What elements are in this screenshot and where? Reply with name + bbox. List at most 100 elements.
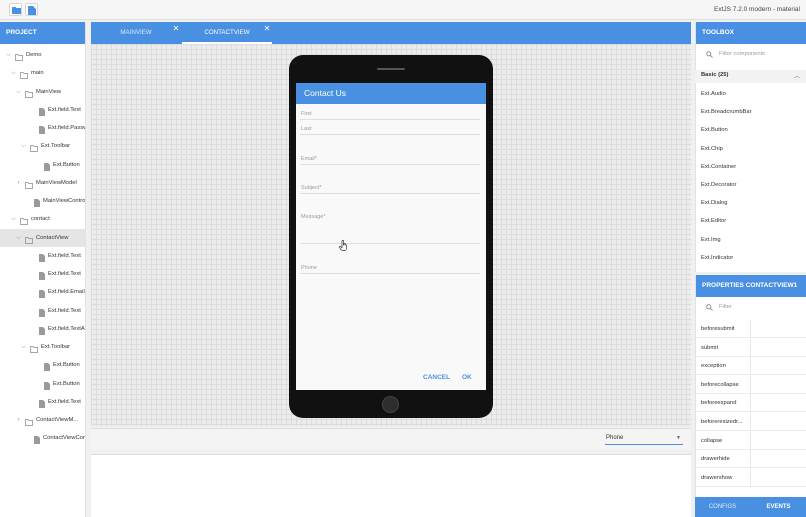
toolbox-item[interactable]: Ext.Audio bbox=[701, 91, 726, 97]
chevron-down-icon[interactable]: ⌵ bbox=[20, 137, 27, 155]
property-row[interactable]: beforecollapse bbox=[696, 375, 806, 394]
phone-screen[interactable] bbox=[296, 83, 486, 390]
tree-item[interactable]: ⌵ contact bbox=[0, 210, 85, 228]
tab-contactview[interactable]: CONTACTVIEW bbox=[182, 22, 272, 44]
message-field[interactable]: Message* bbox=[301, 214, 325, 220]
property-row[interactable]: beforeresizedr... bbox=[696, 413, 806, 431]
property-row[interactable]: drawerhide bbox=[696, 450, 806, 469]
tree-item-label: MainView bbox=[36, 88, 62, 95]
tree-item-label: contact bbox=[31, 216, 50, 223]
chevron-right-icon[interactable]: › bbox=[15, 411, 22, 429]
hand-cursor-icon bbox=[339, 240, 347, 251]
project-header: PROJECT bbox=[0, 22, 85, 44]
tab-configs[interactable]: CONFIGS bbox=[695, 497, 750, 517]
phone-speaker bbox=[377, 68, 405, 70]
toolbox-filter[interactable]: Filter components bbox=[696, 44, 806, 66]
property-value-cell[interactable] bbox=[750, 357, 751, 376]
property-row[interactable]: collapse bbox=[696, 431, 806, 450]
tree-item[interactable]: Ext.field.Text bbox=[0, 265, 85, 283]
tree-item[interactable]: › ContactViewM... bbox=[0, 411, 85, 429]
open-folder-button[interactable] bbox=[9, 3, 22, 16]
tree-item[interactable]: ⌵ Ext.Toolbar bbox=[0, 137, 85, 155]
tree-item[interactable]: Ext.field.Passw... bbox=[0, 119, 85, 137]
properties-tabbar: CONFIGS EVENTS bbox=[695, 497, 806, 517]
tree-item[interactable]: Ext.field.Text bbox=[0, 101, 85, 119]
folder-icon bbox=[30, 142, 38, 155]
tree-item-label: Ext.field.Text bbox=[48, 398, 81, 405]
tree-item[interactable]: ⌵ Ext.Toolbar bbox=[0, 338, 85, 356]
chevron-up-icon: ︿ bbox=[793, 74, 800, 80]
properties-filter[interactable]: Filter bbox=[696, 297, 806, 319]
new-file-button[interactable] bbox=[25, 3, 38, 16]
toolbox-item[interactable]: Ext.Editor bbox=[701, 218, 726, 224]
device-bar bbox=[91, 428, 691, 450]
folder-icon bbox=[15, 51, 23, 64]
tree-item[interactable]: Ext.Button bbox=[0, 356, 85, 374]
first-field[interactable]: First bbox=[301, 111, 312, 117]
bottom-panel bbox=[91, 454, 691, 517]
subject-field[interactable]: Subject* bbox=[301, 185, 322, 191]
tree-item-label: Ext.field.Passw... bbox=[48, 125, 85, 131]
tree-item[interactable]: › MainViewModel bbox=[0, 174, 85, 192]
property-row[interactable]: beforesubmit bbox=[696, 320, 806, 338]
property-row[interactable]: beforeexpand bbox=[696, 394, 806, 413]
phone-home-button bbox=[382, 396, 399, 413]
tree-item[interactable]: Ext.field.Text bbox=[0, 247, 85, 265]
chevron-down-icon[interactable]: ⌵ bbox=[15, 229, 22, 247]
tree-item[interactable]: ⌵ MainView bbox=[0, 83, 85, 101]
property-value-cell[interactable] bbox=[750, 320, 751, 338]
tree-item[interactable]: Ext.Button bbox=[0, 156, 85, 174]
tree-item[interactable]: Ext.field.Text bbox=[0, 393, 85, 411]
tab-mainview[interactable]: MAINVIEW bbox=[91, 22, 181, 44]
file-icon bbox=[44, 361, 50, 374]
toolbox-item[interactable]: Ext.Container bbox=[701, 164, 736, 170]
property-value-cell[interactable] bbox=[750, 394, 751, 413]
email-field[interactable]: Email* bbox=[301, 156, 317, 162]
file-icon bbox=[28, 6, 36, 15]
property-value-cell[interactable] bbox=[750, 431, 751, 450]
tab-mainview-close-icon[interactable]: ✕ bbox=[171, 22, 181, 38]
toolbox-item[interactable]: Ext.Indicator bbox=[701, 255, 733, 261]
property-row[interactable]: exception bbox=[696, 357, 806, 376]
chevron-down-icon[interactable]: ⌵ bbox=[15, 83, 22, 101]
tree-item[interactable]: ⌵ ContactView bbox=[0, 228, 85, 247]
tree-item[interactable]: MainViewController bbox=[0, 192, 85, 210]
tree-item[interactable]: Ext.Button bbox=[0, 375, 85, 393]
tree-item[interactable]: Ext.field.Text bbox=[0, 302, 85, 320]
tree-item[interactable]: Ext.field.TextArea bbox=[0, 320, 85, 338]
tree-item[interactable]: ⌵ Demo bbox=[0, 46, 85, 64]
ok-button[interactable]: OK bbox=[462, 374, 472, 381]
property-value-cell[interactable] bbox=[750, 375, 751, 394]
tab-events[interactable]: EVENTS bbox=[751, 497, 806, 517]
last-field[interactable]: Last bbox=[301, 126, 311, 132]
property-value-cell[interactable] bbox=[750, 468, 751, 487]
toolbox-item[interactable]: Ext.Dialog bbox=[701, 200, 727, 206]
tree-item-label: ContactView bbox=[36, 234, 69, 241]
tab-label: CONTACTVIEW bbox=[204, 29, 250, 36]
property-value-cell[interactable] bbox=[750, 450, 751, 469]
chevron-down-icon[interactable]: ⌵ bbox=[10, 210, 17, 228]
tab-contactview-close-icon[interactable]: ✕ bbox=[262, 22, 272, 38]
tree-item-label: Ext.field.Text bbox=[48, 307, 81, 314]
cancel-button[interactable]: CANCEL bbox=[423, 374, 450, 381]
chevron-down-icon[interactable]: ⌵ bbox=[10, 64, 17, 82]
property-row[interactable]: submit bbox=[696, 338, 806, 357]
tree-item[interactable]: ⌵ main bbox=[0, 64, 85, 82]
tree-item[interactable]: ContactViewContr... bbox=[0, 429, 85, 447]
device-select[interactable]: Phone ▼ bbox=[605, 434, 683, 445]
toolbox-item[interactable]: Ext.Button bbox=[701, 127, 728, 133]
phone-field[interactable]: Phone bbox=[301, 265, 317, 271]
chevron-right-icon[interactable]: › bbox=[15, 174, 22, 192]
toolbox-group-basic[interactable]: Basic (25) ︿ bbox=[695, 70, 806, 83]
property-row[interactable]: drawershow bbox=[696, 468, 806, 487]
toolbox-item[interactable]: Ext.Decorator bbox=[701, 182, 736, 188]
property-value-cell[interactable] bbox=[750, 338, 751, 357]
toolbox-item[interactable]: Ext.Img bbox=[701, 237, 721, 243]
chevron-down-icon[interactable]: ⌵ bbox=[5, 46, 12, 64]
toolbox-item[interactable]: Ext.BreadcrumbBar bbox=[701, 109, 752, 115]
chevron-down-icon[interactable]: ⌵ bbox=[20, 338, 27, 356]
tree-item[interactable]: Ext.field.Email bbox=[0, 283, 85, 301]
tree-item-label: Ext.Toolbar bbox=[41, 143, 70, 150]
property-value-cell[interactable] bbox=[750, 413, 751, 431]
toolbox-item[interactable]: Ext.Chip bbox=[701, 146, 723, 152]
